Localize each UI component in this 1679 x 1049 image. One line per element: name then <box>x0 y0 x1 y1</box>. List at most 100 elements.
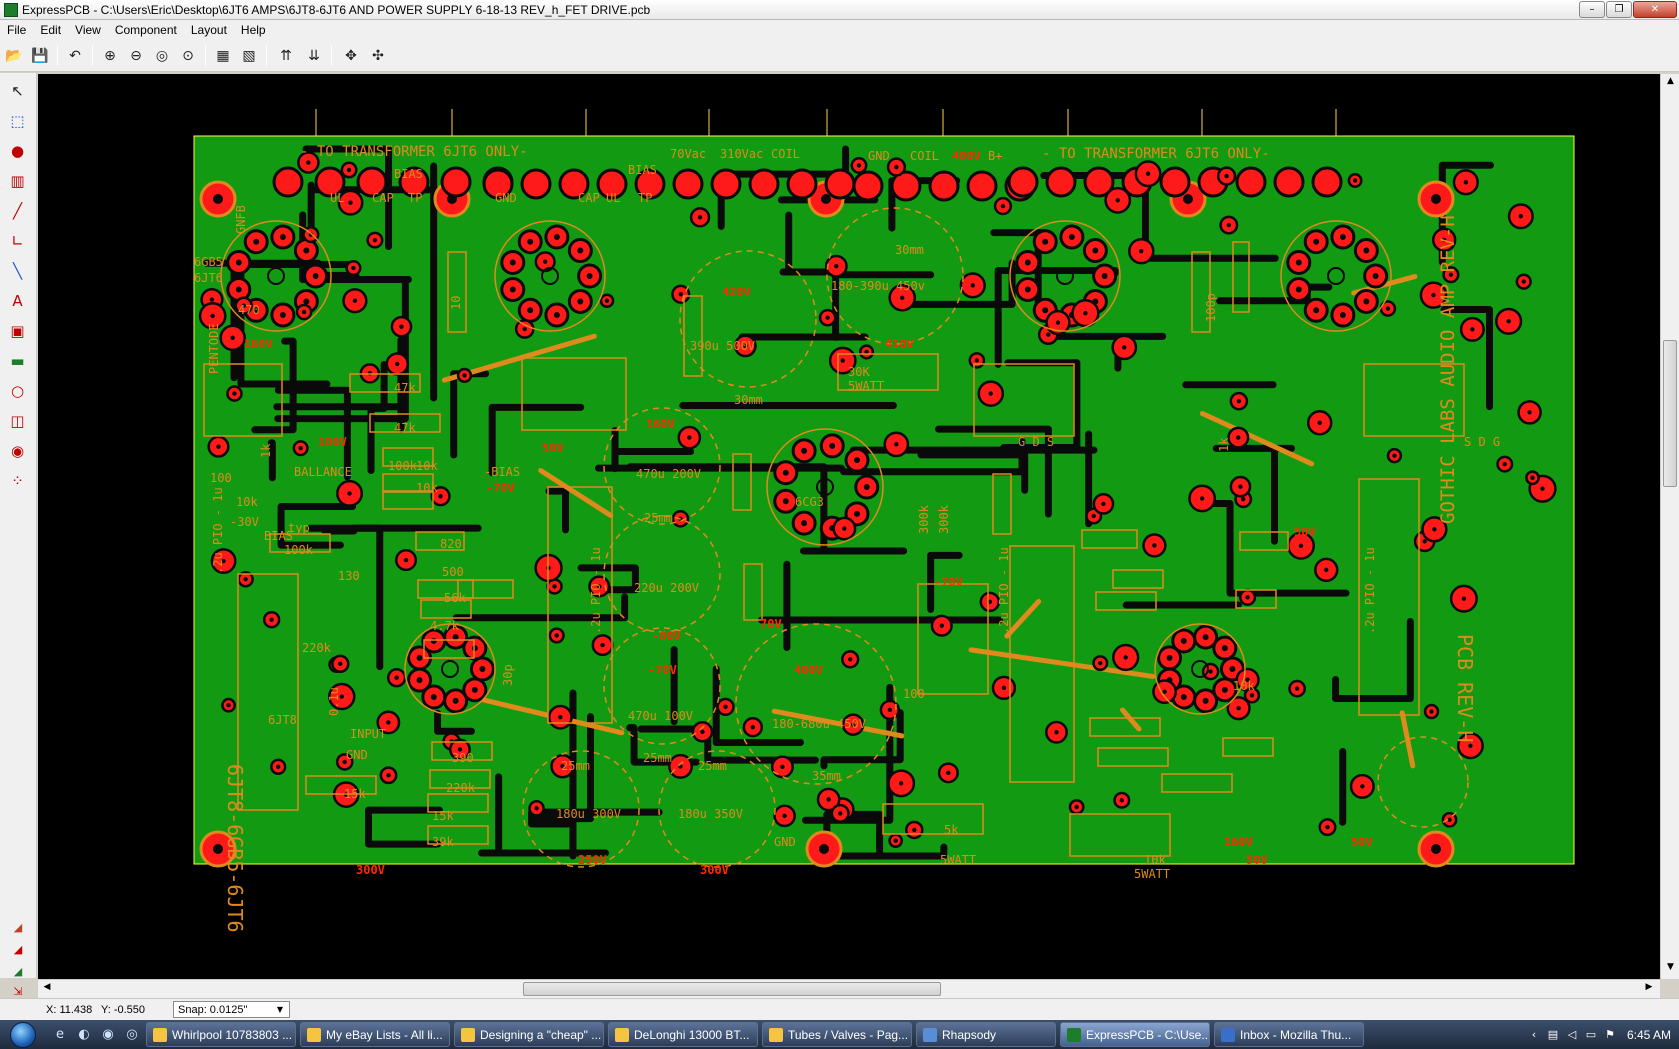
fill-tool-icon[interactable]: ▣ <box>4 317 31 344</box>
trace-tool-icon[interactable]: ╱ <box>4 197 31 224</box>
pad-hole <box>312 273 319 279</box>
app-icon <box>307 1027 321 1042</box>
pad-hole <box>279 234 286 241</box>
chevron-down-icon[interactable]: ▼ <box>273 1005 287 1014</box>
rotate-icon[interactable]: ✣ <box>366 44 390 67</box>
taskbar-item[interactable]: DeLonghi 13000 BT... <box>608 1022 758 1047</box>
horizontal-scrollbar[interactable]: ◀ ▶ <box>38 979 1660 998</box>
pad-hole <box>232 391 237 396</box>
vertical-scroll-thumb[interactable] <box>1663 340 1677 487</box>
pad-hole <box>842 526 847 531</box>
minimize-button[interactable]: – <box>1579 1 1605 18</box>
taskbar-item[interactable]: ExpressPCB - C:\Use... <box>1060 1022 1210 1047</box>
vertical-scrollbar[interactable]: ▲ ▼ <box>1660 74 1679 979</box>
maximize-button[interactable]: ❐ <box>1606 1 1632 18</box>
close-button[interactable]: ✕ <box>1633 1 1677 18</box>
board-tool-icon[interactable]: ▬ <box>4 347 31 374</box>
pad-hole <box>838 811 843 816</box>
top-layer-icon[interactable]: ⇈ <box>274 44 298 67</box>
silkscreen-label: 220k <box>446 781 476 795</box>
zoom-out-icon[interactable]: ⊖ <box>124 44 148 67</box>
component-properties-icon[interactable]: ▦ <box>211 44 235 67</box>
pad-properties-icon[interactable]: ▧ <box>237 44 261 67</box>
start-button[interactable] <box>0 1020 46 1049</box>
tray-expand-icon[interactable]: ‹ <box>1527 1028 1541 1042</box>
pad-hole <box>1527 410 1532 415</box>
open-file-icon[interactable]: 📂 <box>2 44 26 67</box>
firefox-icon[interactable]: ◐ <box>74 1025 94 1045</box>
pad-hole <box>577 247 584 254</box>
save-icon[interactable]: 💾 <box>28 44 52 67</box>
menu-view[interactable]: View <box>68 23 108 37</box>
query-pad-tool-icon[interactable]: ◉ <box>4 437 31 464</box>
ratsnest-tool-icon[interactable]: ⁘ <box>4 467 31 494</box>
silkscreen-label: 420V <box>722 285 751 299</box>
pad-hole <box>1372 273 1379 279</box>
menu-help[interactable]: Help <box>234 23 273 37</box>
menu-edit[interactable]: Edit <box>33 23 68 37</box>
undo-icon[interactable]: ↶ <box>63 44 87 67</box>
silkscreen-label: 10k <box>1144 853 1166 867</box>
rectangle-tool-icon[interactable]: ◫ <box>4 407 31 434</box>
taskbar-item[interactable]: My eBay Lists - All li... <box>300 1022 450 1047</box>
scroll-down-icon[interactable]: ▼ <box>1664 962 1677 976</box>
pad-hole <box>1339 311 1346 318</box>
pad-hole <box>1249 693 1255 698</box>
chrome-icon[interactable]: ◉ <box>98 1025 118 1045</box>
corner-trace-tool-icon[interactable]: ∟ <box>4 227 31 254</box>
pad-hole <box>243 577 248 582</box>
diagonal-trace-tool-icon[interactable]: ╲ <box>4 257 31 284</box>
pad-hole <box>1470 327 1475 332</box>
pad-hole <box>1180 637 1187 644</box>
pad-hole <box>534 806 539 811</box>
taskbar-item[interactable]: Rhapsody <box>916 1022 1056 1047</box>
zoom-area-tool-icon[interactable]: ⬚ <box>4 107 31 134</box>
silkscreen-label: 300V <box>700 863 729 877</box>
horizontal-scroll-thumb[interactable] <box>523 982 941 996</box>
pad-hole <box>1115 198 1120 203</box>
battery-icon[interactable]: ▭ <box>1584 1028 1598 1042</box>
layer-top-copper-icon[interactable]: ◢ <box>3 917 33 937</box>
media-icon[interactable]: ◎ <box>122 1025 142 1045</box>
pad-hole <box>894 442 899 447</box>
pad-hole <box>1324 567 1329 573</box>
flag-icon[interactable]: ⚑ <box>1603 1028 1617 1042</box>
place-pad-tool-icon[interactable]: ● <box>4 137 31 164</box>
move-icon[interactable]: ✥ <box>339 44 363 67</box>
taskbar-item[interactable]: Designing a "cheap" ... <box>454 1022 604 1047</box>
pad-hole <box>1431 844 1441 854</box>
silkscreen-label: -70V <box>648 663 677 677</box>
volume-icon[interactable]: ◁ <box>1565 1028 1579 1042</box>
ie-icon[interactable]: e <box>50 1025 70 1045</box>
scroll-left-icon[interactable]: ◀ <box>40 982 54 996</box>
zoom-in-icon[interactable]: ⊕ <box>98 44 122 67</box>
pad-hole <box>586 273 593 279</box>
pad-hole <box>946 770 951 776</box>
layer-bottom-copper-icon[interactable]: ◢ <box>3 939 33 959</box>
pad-hole <box>416 654 423 661</box>
circle-tool-icon[interactable]: ○ <box>4 377 31 404</box>
zoom-fit-icon[interactable]: ◎ <box>150 44 174 67</box>
bottom-layer-icon[interactable]: ⇊ <box>302 44 326 67</box>
scroll-up-icon[interactable]: ▲ <box>1664 76 1677 90</box>
zoom-previous-icon[interactable]: ⊙ <box>176 44 200 67</box>
pcb-layout-drawing[interactable]: - TO TRANSFORMER 6JT6 ONLY- - TO TRANSFOR… <box>38 74 1660 979</box>
pad-hole <box>1145 171 1151 176</box>
menu-component[interactable]: Component <box>108 23 184 37</box>
silkscreen-label: 5WATT <box>848 379 884 393</box>
clock[interactable]: 6:45 AM <box>1627 1028 1671 1042</box>
menu-layout[interactable]: Layout <box>184 23 234 37</box>
taskbar-item[interactable]: Whirlpool 10783803 ... <box>146 1022 296 1047</box>
taskbar-item[interactable]: Tubes / Valves - Pag... <box>762 1022 912 1047</box>
place-component-tool-icon[interactable]: ▥ <box>4 167 31 194</box>
silkscreen-label: 470u 100V <box>628 709 693 723</box>
snap-select[interactable]: Snap: 0.0125" ▼ <box>173 1001 290 1018</box>
taskbar-item[interactable]: Inbox - Mozilla Thu... <box>1214 1022 1364 1047</box>
network-icon[interactable]: ▤ <box>1546 1028 1560 1042</box>
layer-silkscreen-icon[interactable]: ◢ <box>3 961 33 981</box>
text-tool-icon[interactable]: A <box>4 287 31 314</box>
scroll-right-icon[interactable]: ▶ <box>1642 982 1656 996</box>
select-tool-icon[interactable]: ↖ <box>4 77 31 104</box>
menu-file[interactable]: File <box>0 23 33 37</box>
pcb-canvas[interactable]: - TO TRANSFORMER 6JT6 ONLY- - TO TRANSFOR… <box>38 74 1660 979</box>
